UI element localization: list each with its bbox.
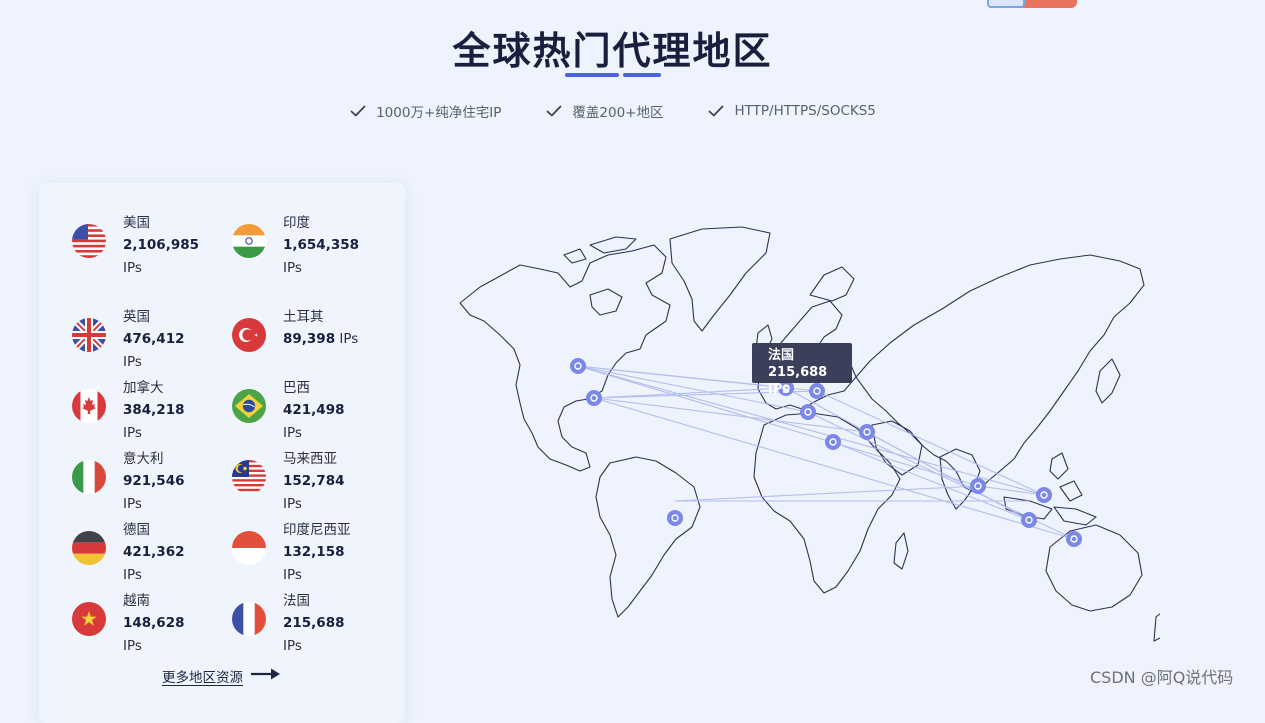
region-name: 意大利 [123,451,164,467]
region-item-india[interactable]: 印度 1,654,358 IPs [232,212,392,276]
region-name: 马来西亚 [283,451,337,467]
region-count: 2,106,985 IPs [123,237,200,276]
region-count: 152,784 IPs [283,473,345,512]
region-item-france[interactable]: 法国 215,688 IPs [232,590,392,654]
region-count: 421,362 IPs [123,544,185,583]
node-italy[interactable] [800,404,816,420]
tooltip-count: 215,688 IPs [768,365,828,397]
region-item-italy[interactable]: 意大利 921,546 IPs [72,448,232,512]
region-item-turkey[interactable]: 土耳其 89,398 IPs [232,306,392,366]
map-tooltip: 法国 215,688 IPs [752,343,852,397]
region-item-brazil[interactable]: 巴西 421,498 IPs [232,377,392,441]
arrow-right-icon[interactable] [250,667,282,681]
hudson-island [589,288,623,316]
feature-coverage: 覆盖200+地区 [545,101,663,121]
region-count: 476,412 IPs [123,331,185,370]
indonesia-flag-icon [232,531,266,565]
region-name: 美国 [123,215,150,231]
region-name: 英国 [123,309,150,325]
region-count: 421,498 IPs [283,402,345,441]
vietnam-flag-icon [72,602,106,636]
feature-list: 1000万+纯净住宅IP 覆盖200+地区 HTTP/HTTPS/SOCKS5 [0,101,1225,121]
node-brazil[interactable] [667,510,683,526]
check-icon [350,105,366,117]
germany-flag-icon [72,531,106,565]
greenland-outline [669,226,771,332]
watermark: CSDN @阿Q说代码 [1090,668,1234,687]
south-america-outline [595,456,701,618]
region-item-canada[interactable]: 加拿大 384,218 IPs [72,377,232,441]
region-count: 215,688 IPs [283,615,345,654]
region-name: 印度尼西亚 [283,522,351,538]
uk-flag-icon [72,318,106,352]
region-name: 德国 [123,522,150,538]
region-name: 越南 [123,593,150,609]
region-name: 加拿大 [123,380,164,396]
italy-flag-icon [72,460,106,494]
new-zealand-islands [1153,613,1160,642]
node-usa-west[interactable] [570,358,586,374]
world-map [459,226,1160,642]
check-icon [709,105,724,117]
japan-islands [1095,358,1121,404]
australia-outline [1045,524,1143,612]
region-name: 法国 [283,593,310,609]
more-regions-link[interactable]: 更多地区资源 [162,666,243,686]
region-item-malaysia[interactable]: 马来西亚 152,784 IPs [232,448,392,512]
region-item-us[interactable]: 美国 2,106,985 IPs [72,212,232,276]
check-icon [546,105,562,117]
region-count: 921,546 IPs [123,473,185,512]
feature-protocols: HTTP/HTTPS/SOCKS5 [707,101,876,121]
page-title: 全球热门代理地区 [452,29,773,73]
top-badge[interactable] [987,0,1077,8]
brazil-flag-icon [232,389,266,423]
region-name: 土耳其 [283,309,324,325]
turkey-flag-icon [232,318,266,352]
region-count: 132,158 IPs [283,544,345,583]
india-flag-icon [232,224,266,258]
philippines-islands [1049,452,1069,480]
node-turkey[interactable] [859,424,875,440]
node-indonesia[interactable] [1066,531,1082,547]
north-america-outline [459,244,671,472]
region-count: 384,218 IPs [123,402,185,441]
region-name: 印度 [283,215,310,231]
france-flag-icon [232,602,266,636]
region-item-indonesia[interactable]: 印度尼西亚 132,158 IPs [232,519,392,583]
region-count: 1,654,358 IPs [283,237,360,276]
node-usa-east[interactable] [586,390,602,406]
malaysia-flag-icon [232,460,266,494]
region-item-uk[interactable]: 英国 476,412 IPs [72,306,232,370]
canada-flag-icon [72,389,106,423]
asia-outline [855,254,1145,494]
node-vietnam[interactable] [1036,487,1052,503]
madagascar [893,532,909,570]
tooltip-name: 法国 [768,348,795,363]
node-malaysia[interactable] [1021,512,1037,528]
scandinavia [809,266,855,302]
us-flag-icon [72,224,106,258]
region-name: 巴西 [283,380,310,396]
region-count: 148,628 IPs [123,615,185,654]
feature-ip-pool: 1000万+纯净住宅IP [349,101,501,121]
region-count: 89,398 IPs [283,331,359,347]
node-africa[interactable] [825,434,841,450]
region-item-germany[interactable]: 德国 421,362 IPs [72,519,232,583]
node-india[interactable] [970,478,986,494]
region-item-vietnam[interactable]: 越南 148,628 IPs [72,590,232,654]
